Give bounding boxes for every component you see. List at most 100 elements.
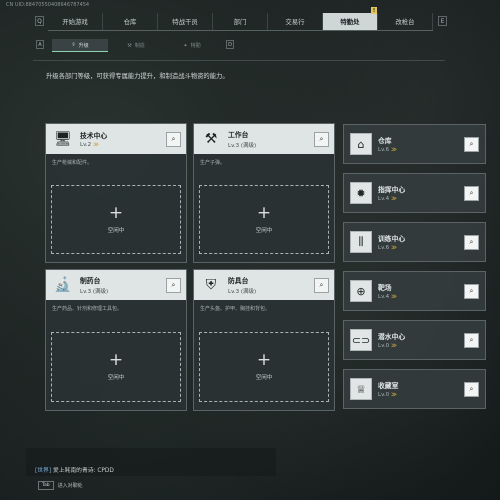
tab-departments[interactable]: 部门 [213,13,268,30]
rank-chevron-icon: ≫ [391,343,397,349]
top-nav: 开始游戏 仓库 特战干员 部门 交易行 特勤处! 改枪台 [48,7,433,31]
nav-prev-key[interactable]: Q [35,16,44,26]
idle-slot[interactable]: + 空闲中 [199,332,329,402]
chat-text: 爱上耗南的青诗: CPDD [52,468,114,474]
side-item-title: 靶场 [378,284,392,292]
plus-icon: + [108,202,124,223]
dumbbell-icon: ⫼ [350,231,372,253]
search-icon[interactable]: ⌕ [314,277,329,293]
card-header: ⚒ 工作台 Lv.3 (满级) ⌕ [194,124,334,154]
plus-icon: + [256,202,272,223]
rank-chevron-icon: ≫ [391,294,397,300]
page-description: 升级各部门等级，可获得专属能力提升，和制造战斗物资的能力。 [46,73,229,80]
diving-mask-icon: ⊂⊃ [350,329,372,351]
search-icon[interactable]: ⌕ [166,277,181,293]
card-description: 生产头盔、护甲、胸挂和背包。 [200,306,271,312]
card-level: Lv.3 (满级) [228,289,257,295]
rank-chevron-icon: ≫ [391,392,397,398]
special-icon: ✦ [183,42,188,49]
search-icon[interactable]: ⌕ [464,332,479,348]
side-item-title: 收藏室 [378,382,399,390]
side-item-level: Lv.4 ≫ [378,196,397,202]
search-icon[interactable]: ⌕ [464,381,479,397]
idle-label: 空闲中 [107,227,125,234]
card-pharmacy[interactable]: 🔬 制药台 Lv.3 (满级) ⌕ 生产药品、针剂和修理工具包。 + 空闲中 [45,269,187,411]
idle-label: 空闲中 [107,375,125,381]
idle-label: 空闲中 [255,375,273,381]
side-item-title: 训练中心 [378,235,406,243]
card-description: 生产药品、针剂和修理工具包。 [52,306,123,312]
side-item-level: Lv.0 ≫ [378,343,397,349]
rank-chevron-icon: ≫ [391,245,397,251]
card-header: 🖥 技术中心 Lv.2 ≫ ⌕ [46,124,186,154]
card-tech-center[interactable]: 🖥 技术中心 Lv.2 ≫ ⌕ 生产枪械和配件。 + 空闲中 [45,123,187,263]
chat-channel: [世界] [35,468,52,474]
card-workbench[interactable]: ⚒ 工作台 Lv.3 (满级) ⌕ 生产子弹。 + 空闲中 [193,123,335,263]
upgrade-icon: ⇪ [71,42,76,48]
subtab-special[interactable]: ✦ 特勤 [164,39,220,52]
chat-message[interactable]: [世界] 爱上耗南的青诗: CPDD [35,465,114,474]
alert-badge: ! [371,7,377,14]
card-level: Lv.3 (满级) [228,143,257,149]
subnav-next-key[interactable]: D [226,40,234,49]
rank-chevron-icon: ≫ [391,147,397,153]
side-item-title: 仓库 [378,137,392,145]
armor-icon: ⛨ [205,277,217,293]
user-id: CN UID:88470550408646787454 [6,2,90,8]
subnav-prev-key[interactable]: A [36,40,44,49]
card-level: Lv.3 (满级) [80,289,109,295]
vault-icon: ⌂ [350,133,372,155]
tab-special-ops[interactable]: 特勤处! [323,7,378,30]
side-item-training-center[interactable]: ⫼ 训练中心 Lv.6 ≫ ⌕ [343,222,486,262]
idle-slot[interactable]: + 空闲中 [51,332,181,402]
card-armor-bench[interactable]: ⛨ 防具台 Lv.3 (满级) ⌕ 生产头盔、护甲、胸挂和背包。 + 空闲中 [193,269,335,411]
trophy-icon: ♕ [350,378,372,400]
side-item-level: Lv.0 ≫ [378,392,397,398]
search-icon[interactable]: ⌕ [314,131,329,147]
microscope-icon: 🔬 [54,277,72,293]
card-header: 🔬 制药台 Lv.3 (满级) ⌕ [46,270,186,300]
side-item-level: Lv.4 ≫ [378,294,397,300]
card-header: ⛨ 防具台 Lv.3 (满级) ⌕ [194,270,334,300]
subtab-craft[interactable]: ⚒ 制造 [108,39,164,52]
rank-chevron-icon: ≫ [93,142,99,148]
tab-market[interactable]: 交易行 [268,13,323,30]
nav-next-key[interactable]: E [438,16,447,26]
tab-operators[interactable]: 特战干员 [158,13,213,30]
search-icon[interactable]: ⌕ [464,136,479,152]
plus-icon: + [256,350,272,370]
tab-start-game[interactable]: 开始游戏 [48,13,103,30]
side-item-warehouse[interactable]: ⌂ 仓库 Lv.6 ≫ ⌕ [343,124,486,164]
tab-key: Tab [38,481,54,490]
card-title: 防具台 [228,277,249,285]
gear-emblem-icon: ✹ [350,182,372,204]
search-icon[interactable]: ⌕ [464,283,479,299]
enter-chat-button[interactable]: Tab 进入对聊处 [38,481,83,490]
idle-slot[interactable]: + 空闲中 [51,185,181,254]
card-title: 工作台 [228,131,249,139]
rank-chevron-icon: ≫ [391,196,397,202]
side-item-level: Lv.6 ≫ [378,147,397,153]
side-item-diving-center[interactable]: ⊂⊃ 潜水中心 Lv.0 ≫ ⌕ [343,320,486,360]
idle-slot[interactable]: + 空闲中 [199,185,329,254]
side-item-command-center[interactable]: ✹ 指挥中心 Lv.4 ≫ ⌕ [343,173,486,213]
card-description: 生产枪械和配件。 [52,160,93,166]
side-item-collection-room[interactable]: ♕ 收藏室 Lv.0 ≫ ⌕ [343,369,486,409]
tab-gunsmith[interactable]: 改枪台 [378,13,433,30]
search-icon[interactable]: ⌕ [166,131,181,147]
card-title: 技术中心 [80,132,108,140]
enter-chat-label: 进入对聊处 [57,483,83,489]
crosshair-icon: ⊕ [350,280,372,302]
divider [33,60,445,61]
craft-icon: ⚒ [127,42,132,49]
card-level: Lv.2 ≫ [80,142,99,148]
card-description: 生产子弹。 [200,160,226,166]
tab-warehouse[interactable]: 仓库 [103,13,158,30]
card-title: 制药台 [80,277,101,285]
search-icon[interactable]: ⌕ [464,185,479,201]
search-icon[interactable]: ⌕ [464,234,479,250]
subtab-upgrade[interactable]: ⇪ 升级 [52,39,108,52]
side-item-shooting-range[interactable]: ⊕ 靶场 Lv.4 ≫ ⌕ [343,271,486,311]
tools-icon: ⚒ [204,131,218,147]
idle-label: 空闲中 [255,227,273,234]
